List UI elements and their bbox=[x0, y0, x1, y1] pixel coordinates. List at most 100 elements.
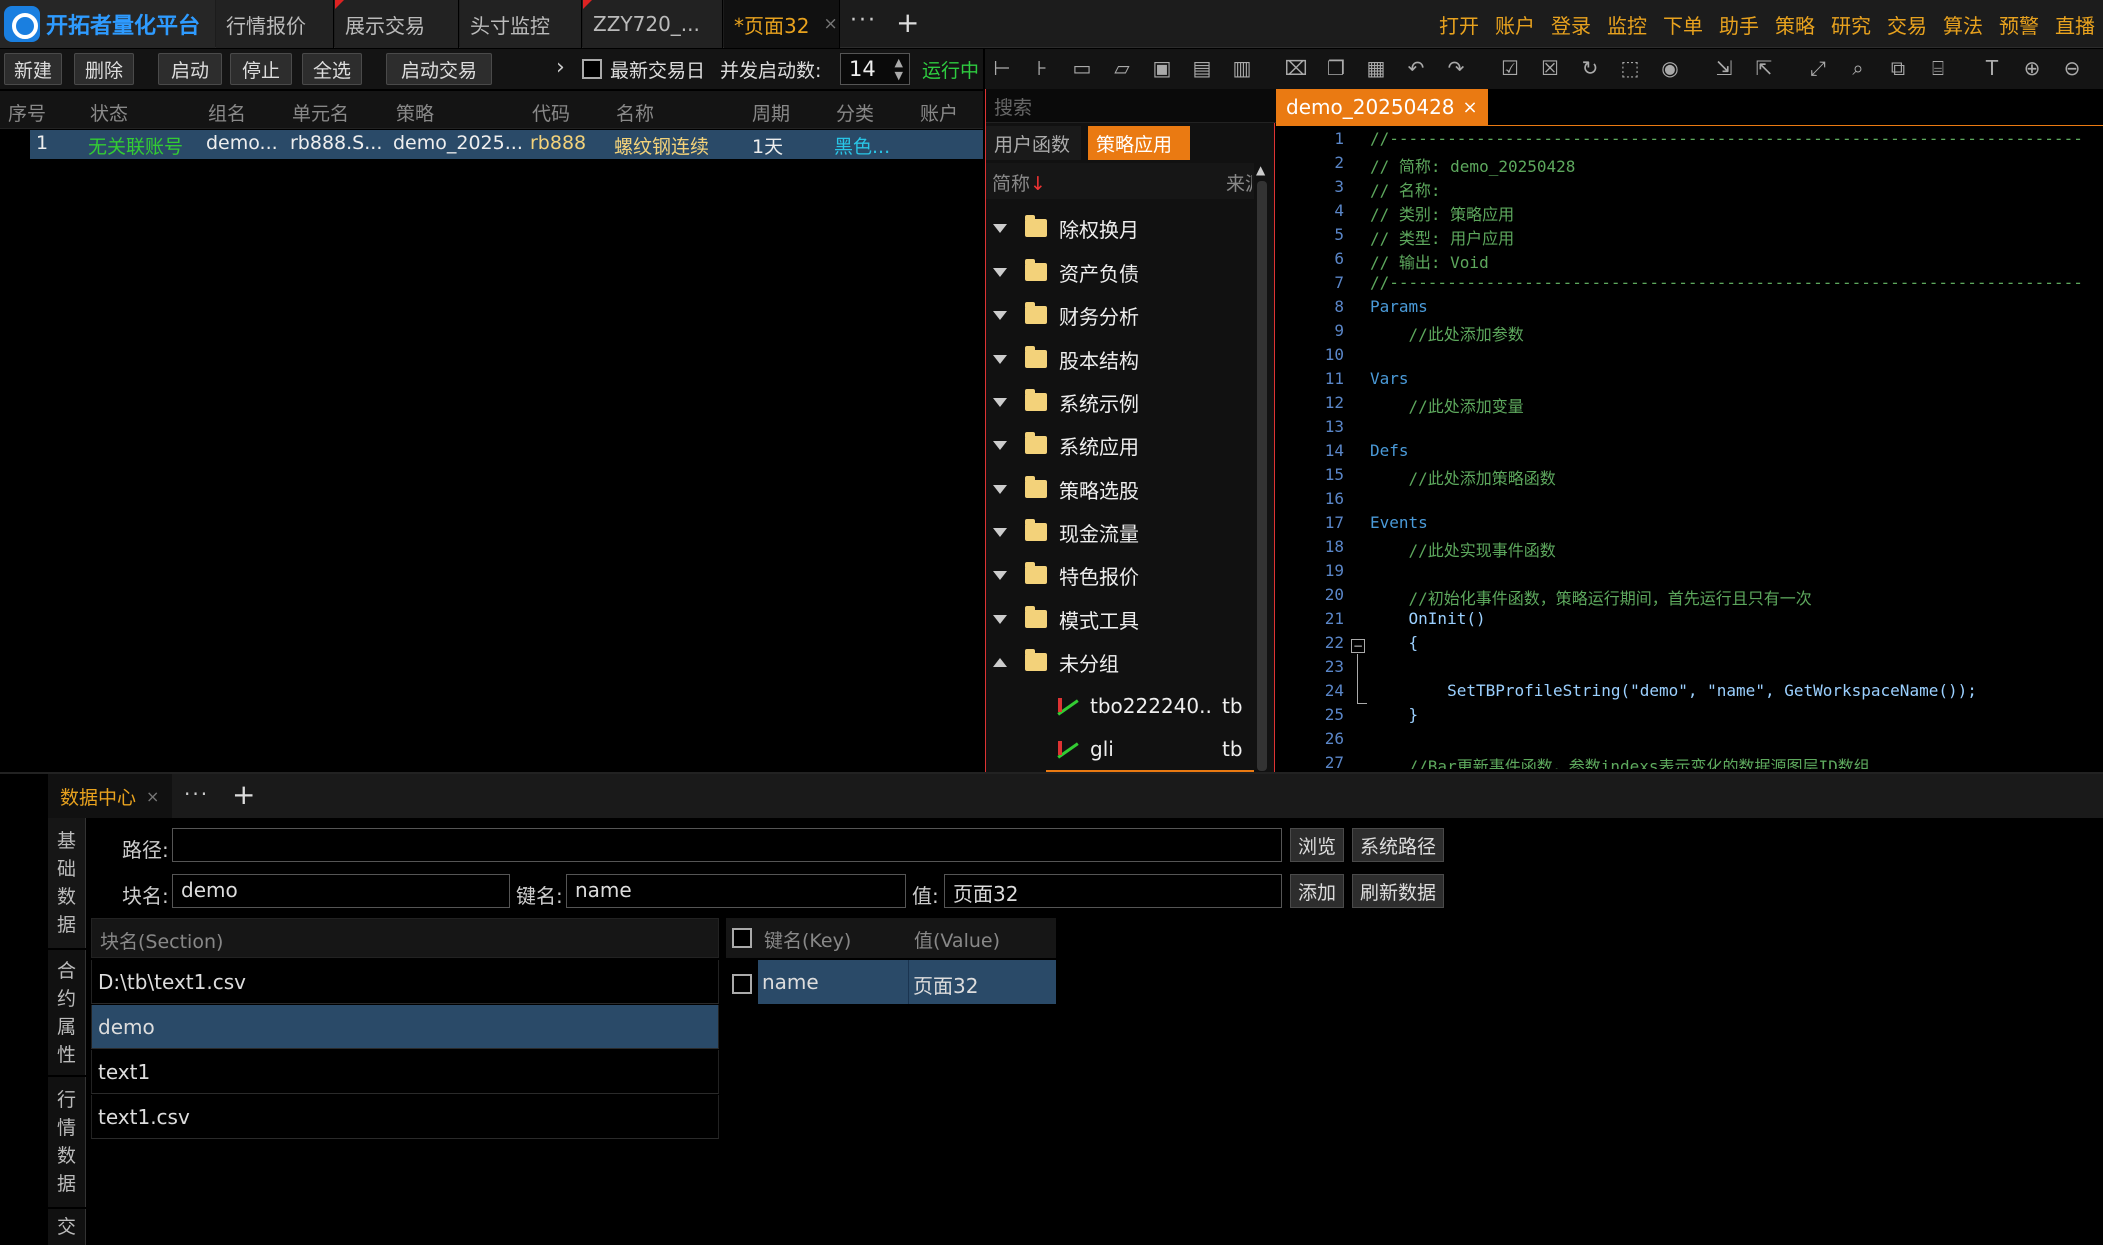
folder-item[interactable]: 系统示例 bbox=[986, 380, 1251, 424]
chevron-down-icon[interactable] bbox=[993, 570, 1007, 580]
code-area[interactable]: 1 //-------------------------------------… bbox=[1276, 129, 2103, 769]
find-file-icon[interactable]: ⌸ bbox=[1925, 55, 1951, 81]
list-item[interactable]: gli tb bbox=[1056, 727, 1256, 771]
undo-icon[interactable]: ↶ bbox=[1403, 55, 1429, 81]
redo-icon[interactable]: ↷ bbox=[1443, 55, 1469, 81]
tab-page32[interactable]: *页面32 × bbox=[724, 0, 840, 48]
refresh-check-icon[interactable]: ↻ bbox=[1577, 55, 1603, 81]
start-button[interactable]: 启动 bbox=[158, 53, 222, 85]
tab-quotes[interactable]: 行情报价 bbox=[216, 0, 334, 48]
zoom-in-icon[interactable]: ⊕ bbox=[2019, 55, 2045, 81]
code-line[interactable]: //初始化事件函数，策略运行期间，首先运行且只有一次 bbox=[1370, 585, 1812, 609]
search-input[interactable]: 搜索 bbox=[986, 89, 1276, 123]
chevron-down-icon[interactable] bbox=[993, 310, 1007, 320]
export-icon[interactable]: ⇱ bbox=[1751, 55, 1777, 81]
menu-research[interactable]: 研究 bbox=[1831, 10, 1871, 39]
menu-account[interactable]: 账户 bbox=[1495, 10, 1535, 39]
more-icon[interactable]: ··· bbox=[184, 782, 209, 806]
value-field[interactable]: 页面32 bbox=[944, 874, 1282, 908]
font-icon[interactable]: T bbox=[1979, 55, 2005, 81]
system-path-button[interactable]: 系统路径 bbox=[1352, 828, 1444, 862]
close-icon[interactable]: × bbox=[823, 14, 837, 34]
scroll-up-icon[interactable]: ▲ bbox=[1256, 163, 1265, 177]
menu-monitor[interactable]: 监控 bbox=[1607, 10, 1647, 39]
chevron-down-icon[interactable] bbox=[993, 614, 1007, 624]
col-period[interactable]: 周期 bbox=[752, 99, 790, 126]
insert-sub-icon[interactable]: ⊦ bbox=[1029, 55, 1055, 81]
code-line[interactable]: Vars bbox=[1370, 369, 1409, 388]
scrollbar[interactable]: ▲ bbox=[1254, 163, 1270, 772]
delete-icon[interactable]: ▥ bbox=[1229, 55, 1255, 81]
verify-all-icon[interactable]: ☒ bbox=[1537, 55, 1563, 81]
code-line[interactable]: //此处实现事件函数 bbox=[1370, 537, 1556, 561]
header-key[interactable]: 键名(Key) bbox=[764, 926, 851, 953]
code-line[interactable]: //此处添加策略函数 bbox=[1370, 465, 1556, 489]
chevron-down-icon[interactable] bbox=[993, 267, 1007, 277]
code-editor[interactable]: demo_20250428 × 1 //----------------------… bbox=[1276, 89, 2103, 772]
list-item[interactable]: D:\tb\text1.csv bbox=[91, 960, 719, 1004]
menu-assistant[interactable]: 助手 bbox=[1719, 10, 1759, 39]
tab-user-functions[interactable]: 用户函数 bbox=[986, 126, 1081, 160]
folder-icon[interactable]: ▭ bbox=[1069, 55, 1095, 81]
chevron-down-icon[interactable] bbox=[993, 484, 1007, 494]
close-icon[interactable]: × bbox=[1463, 97, 1478, 118]
folder-item[interactable]: 模式工具 bbox=[986, 597, 1251, 641]
col-unit[interactable]: 单元名 bbox=[292, 99, 349, 126]
zoom-out-icon[interactable]: ⊖ bbox=[2059, 55, 2085, 81]
chevron-down-icon[interactable] bbox=[993, 397, 1007, 407]
col-index[interactable]: 序号 bbox=[8, 99, 46, 126]
list-item[interactable]: demo bbox=[91, 1005, 719, 1049]
code-line[interactable]: // 简称: demo_20250428 bbox=[1370, 153, 1575, 177]
table-row[interactable]: 1 无关联账号 demo... rb888.S... demo_2025... … bbox=[30, 130, 983, 159]
nav-trade[interactable]: 交 bbox=[48, 1209, 86, 1245]
folder-item[interactable]: 股本结构 bbox=[986, 337, 1251, 381]
tab-strategy-apps[interactable]: 策略应用 bbox=[1088, 126, 1190, 160]
latest-day-checkbox[interactable] bbox=[582, 59, 602, 79]
folder-item[interactable]: 未分组 bbox=[986, 640, 1251, 684]
paste-icon[interactable]: ▦ bbox=[1363, 55, 1389, 81]
nav-basic-data[interactable]: 基础数据 bbox=[48, 818, 86, 948]
cut-icon[interactable]: ⌧ bbox=[1283, 55, 1309, 81]
chevron-down-icon[interactable] bbox=[993, 527, 1007, 537]
header-value[interactable]: 值(Value) bbox=[914, 926, 1000, 953]
replace-icon[interactable]: ⧉ bbox=[1885, 55, 1911, 81]
code-line[interactable]: { bbox=[1370, 633, 1419, 652]
close-icon[interactable]: × bbox=[146, 787, 159, 806]
tab-zzy720[interactable]: ZZY720_... bbox=[583, 0, 723, 48]
code-line[interactable]: //--------------------------------------… bbox=[1370, 273, 2083, 292]
col-strategy[interactable]: 策略 bbox=[396, 99, 434, 126]
sort-down-icon[interactable]: ↓ bbox=[1030, 173, 1046, 195]
row-checkbox[interactable] bbox=[732, 974, 752, 994]
code-line[interactable]: } bbox=[1370, 705, 1419, 724]
menu-strategy[interactable]: 策略 bbox=[1775, 10, 1815, 39]
add-button[interactable]: 添加 bbox=[1290, 874, 1344, 908]
col-code[interactable]: 代码 bbox=[532, 99, 570, 126]
folder-item[interactable]: 策略选股 bbox=[986, 467, 1251, 511]
table-row[interactable]: name 页面32 bbox=[726, 960, 1056, 1004]
chevron-down-icon[interactable] bbox=[993, 440, 1007, 450]
insert-func-icon[interactable]: ⊢ bbox=[989, 55, 1015, 81]
new-button[interactable]: 新建 bbox=[4, 53, 62, 85]
verify-icon[interactable]: ☑ bbox=[1497, 55, 1523, 81]
path-field[interactable] bbox=[172, 828, 1282, 862]
stepper-arrows-icon[interactable]: ▲ ▼ bbox=[895, 56, 903, 82]
folder-item[interactable]: 财务分析 bbox=[986, 293, 1251, 337]
section-list-header[interactable]: 块名(Section) bbox=[91, 918, 719, 958]
col-status[interactable]: 状态 bbox=[90, 99, 128, 126]
code-line[interactable]: //Bar更新事件函数，参数indexs表示变化的数据源图层ID数组 bbox=[1370, 753, 1870, 769]
folder-item[interactable]: 除权换月 bbox=[986, 206, 1251, 250]
save-all-icon[interactable]: ▤ bbox=[1189, 55, 1215, 81]
menu-open[interactable]: 打开 bbox=[1439, 10, 1479, 39]
tab-position-monitor[interactable]: 头寸监控 bbox=[460, 0, 582, 48]
record-icon[interactable]: ◉ bbox=[1657, 55, 1683, 81]
menu-login[interactable]: 登录 bbox=[1551, 10, 1591, 39]
code-line[interactable]: // 输出: Void bbox=[1370, 249, 1489, 273]
menu-alert[interactable]: 预警 bbox=[1999, 10, 2039, 39]
key-field[interactable]: name bbox=[566, 874, 906, 908]
code-line[interactable]: //--------------------------------------… bbox=[1370, 129, 2083, 148]
code-line[interactable]: OnInit() bbox=[1370, 609, 1486, 628]
code-line[interactable]: Params bbox=[1370, 297, 1428, 316]
list-item[interactable]: text1 bbox=[91, 1050, 719, 1094]
chevron-right-icon[interactable]: › bbox=[556, 55, 565, 80]
menu-trade[interactable]: 交易 bbox=[1887, 10, 1927, 39]
